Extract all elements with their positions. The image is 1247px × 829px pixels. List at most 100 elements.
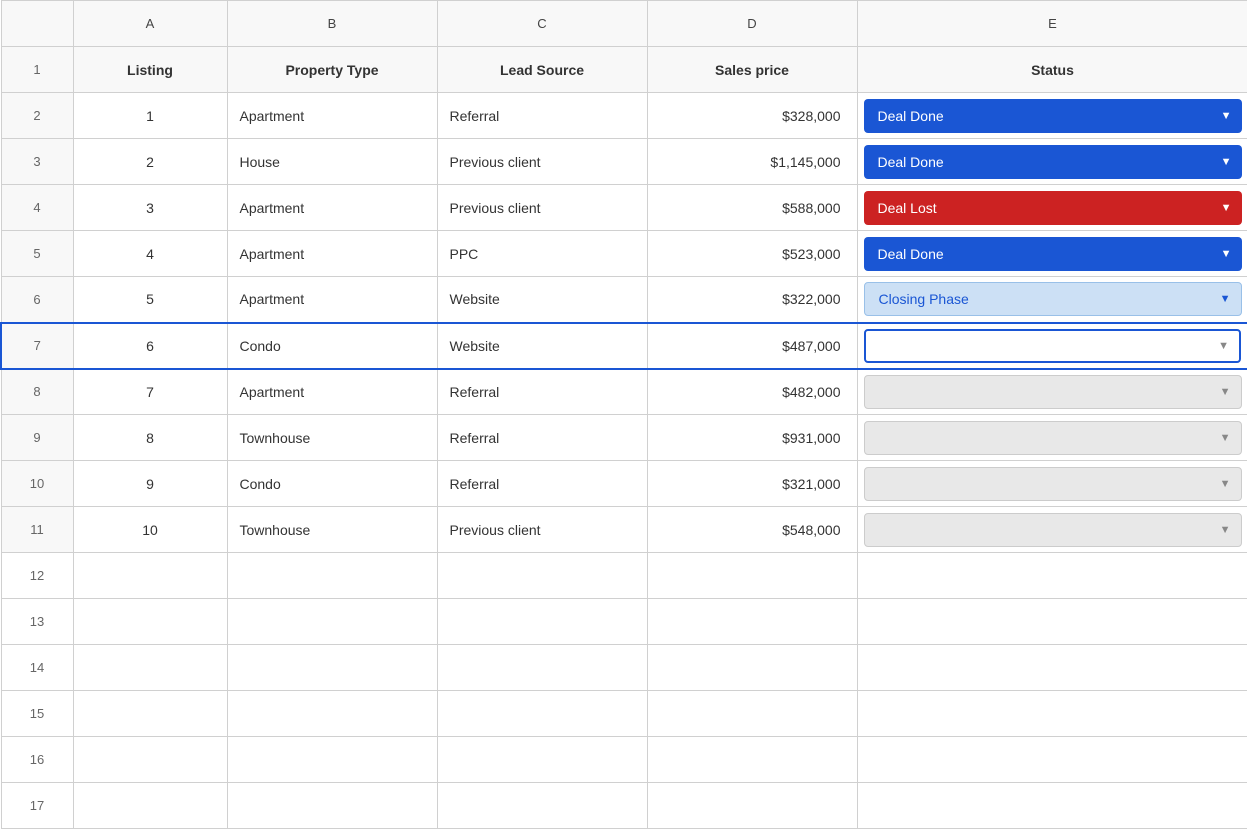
status-dropdown-button[interactable]: ▼ <box>864 329 1242 363</box>
cell-property-type[interactable]: Condo <box>227 323 437 369</box>
cell-listing[interactable]: 4 <box>73 231 227 277</box>
empty-cell[interactable] <box>437 553 647 599</box>
empty-cell[interactable] <box>437 691 647 737</box>
empty-cell[interactable] <box>647 553 857 599</box>
empty-cell[interactable] <box>73 783 227 829</box>
cell-listing[interactable]: 1 <box>73 93 227 139</box>
cell-listing[interactable]: 5 <box>73 277 227 323</box>
cell-sales-price[interactable]: $588,000 <box>647 185 857 231</box>
col-header-c[interactable]: C <box>437 1 647 47</box>
empty-cell[interactable] <box>857 691 1247 737</box>
empty-cell[interactable] <box>227 691 437 737</box>
status-dropdown-button[interactable]: ▼ <box>864 421 1242 455</box>
header-listing[interactable]: Listing <box>73 47 227 93</box>
empty-cell[interactable] <box>73 553 227 599</box>
cell-listing[interactable]: 7 <box>73 369 227 415</box>
cell-property-type[interactable]: Apartment <box>227 369 437 415</box>
header-property-type[interactable]: Property Type <box>227 47 437 93</box>
cell-listing[interactable]: 10 <box>73 507 227 553</box>
cell-status[interactable]: ▼ <box>857 507 1247 553</box>
cell-status[interactable]: ▼ <box>857 369 1247 415</box>
cell-sales-price[interactable]: $548,000 <box>647 507 857 553</box>
empty-cell[interactable] <box>647 783 857 829</box>
empty-cell[interactable] <box>227 783 437 829</box>
cell-lead-source[interactable]: Website <box>437 323 647 369</box>
cell-lead-source[interactable]: PPC <box>437 231 647 277</box>
empty-cell[interactable] <box>227 553 437 599</box>
empty-cell[interactable] <box>857 553 1247 599</box>
cell-sales-price[interactable]: $523,000 <box>647 231 857 277</box>
cell-listing[interactable]: 6 <box>73 323 227 369</box>
empty-cell[interactable] <box>73 691 227 737</box>
cell-property-type[interactable]: Apartment <box>227 93 437 139</box>
status-dropdown-button[interactable]: Deal Done▼ <box>864 99 1242 133</box>
status-dropdown-button[interactable]: Closing Phase▼ <box>864 282 1242 316</box>
cell-lead-source[interactable]: Referral <box>437 369 647 415</box>
empty-cell[interactable] <box>227 599 437 645</box>
cell-sales-price[interactable]: $487,000 <box>647 323 857 369</box>
cell-lead-source[interactable]: Previous client <box>437 185 647 231</box>
cell-listing[interactable]: 2 <box>73 139 227 185</box>
empty-cell[interactable] <box>73 599 227 645</box>
status-dropdown-button[interactable]: Deal Done▼ <box>864 145 1242 179</box>
empty-cell[interactable] <box>647 691 857 737</box>
cell-status[interactable]: ▼ <box>857 415 1247 461</box>
cell-sales-price[interactable]: $931,000 <box>647 415 857 461</box>
cell-property-type[interactable]: Condo <box>227 461 437 507</box>
empty-cell[interactable] <box>857 645 1247 691</box>
cell-lead-source[interactable]: Website <box>437 277 647 323</box>
cell-property-type[interactable]: Apartment <box>227 185 437 231</box>
cell-property-type[interactable]: Townhouse <box>227 415 437 461</box>
cell-property-type[interactable]: Apartment <box>227 277 437 323</box>
cell-sales-price[interactable]: $321,000 <box>647 461 857 507</box>
header-status[interactable]: Status <box>857 47 1247 93</box>
cell-property-type[interactable]: House <box>227 139 437 185</box>
col-header-a[interactable]: A <box>73 1 227 47</box>
empty-cell[interactable] <box>227 737 437 783</box>
header-lead-source[interactable]: Lead Source <box>437 47 647 93</box>
empty-cell[interactable] <box>437 737 647 783</box>
cell-sales-price[interactable]: $482,000 <box>647 369 857 415</box>
empty-cell[interactable] <box>73 737 227 783</box>
empty-cell[interactable] <box>647 599 857 645</box>
cell-status[interactable]: Deal Done▼ <box>857 139 1247 185</box>
cell-status[interactable]: ▼ <box>857 323 1247 369</box>
col-header-d[interactable]: D <box>647 1 857 47</box>
status-dropdown-button[interactable]: ▼ <box>864 467 1242 501</box>
cell-status[interactable]: Deal Done▼ <box>857 231 1247 277</box>
cell-listing[interactable]: 9 <box>73 461 227 507</box>
empty-cell[interactable] <box>647 737 857 783</box>
cell-lead-source[interactable]: Referral <box>437 461 647 507</box>
empty-cell[interactable] <box>437 645 647 691</box>
cell-status[interactable]: Deal Done▼ <box>857 93 1247 139</box>
cell-lead-source[interactable]: Referral <box>437 415 647 461</box>
status-dropdown-button[interactable]: ▼ <box>864 375 1242 409</box>
cell-property-type[interactable]: Apartment <box>227 231 437 277</box>
cell-listing[interactable]: 3 <box>73 185 227 231</box>
cell-status[interactable]: Closing Phase▼ <box>857 277 1247 323</box>
empty-cell[interactable] <box>227 645 437 691</box>
empty-cell[interactable] <box>857 783 1247 829</box>
col-header-b[interactable]: B <box>227 1 437 47</box>
cell-status[interactable]: ▼ <box>857 461 1247 507</box>
empty-cell[interactable] <box>73 645 227 691</box>
cell-sales-price[interactable]: $328,000 <box>647 93 857 139</box>
cell-property-type[interactable]: Townhouse <box>227 507 437 553</box>
empty-cell[interactable] <box>647 645 857 691</box>
empty-cell[interactable] <box>857 599 1247 645</box>
cell-lead-source[interactable]: Previous client <box>437 139 647 185</box>
status-dropdown-button[interactable]: Deal Lost▼ <box>864 191 1242 225</box>
empty-cell[interactable] <box>437 783 647 829</box>
cell-lead-source[interactable]: Referral <box>437 93 647 139</box>
empty-cell[interactable] <box>437 599 647 645</box>
status-dropdown-button[interactable]: Deal Done▼ <box>864 237 1242 271</box>
cell-sales-price[interactable]: $322,000 <box>647 277 857 323</box>
cell-status[interactable]: Deal Lost▼ <box>857 185 1247 231</box>
cell-lead-source[interactable]: Previous client <box>437 507 647 553</box>
cell-listing[interactable]: 8 <box>73 415 227 461</box>
header-sales-price[interactable]: Sales price <box>647 47 857 93</box>
cell-sales-price[interactable]: $1,145,000 <box>647 139 857 185</box>
empty-cell[interactable] <box>857 737 1247 783</box>
status-dropdown-button[interactable]: ▼ <box>864 513 1242 547</box>
col-header-e[interactable]: E <box>857 1 1247 47</box>
